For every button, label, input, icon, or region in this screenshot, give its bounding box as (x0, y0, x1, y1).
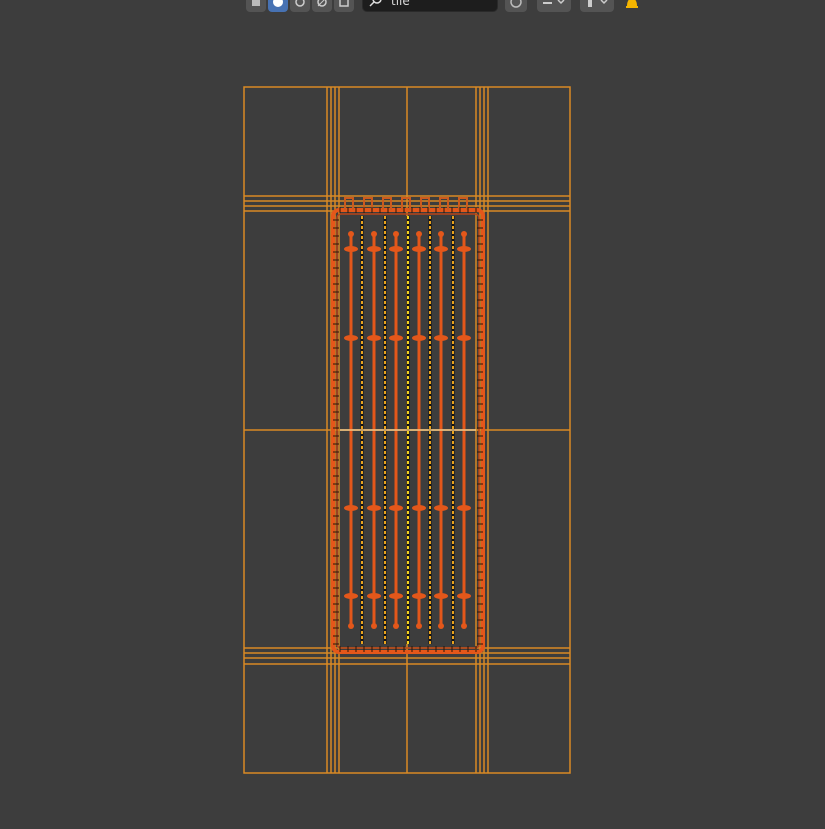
rod-joint (412, 505, 426, 511)
rod-joint (389, 246, 403, 252)
rod-cap (348, 231, 354, 237)
rod-joint (367, 335, 381, 341)
rod-joint (434, 246, 448, 252)
xray-icon[interactable] (334, 0, 354, 12)
rod-joint (389, 505, 403, 511)
render-icon[interactable] (290, 0, 310, 12)
rod-cap (371, 623, 377, 629)
rod-joint (412, 593, 426, 599)
rod-joint (457, 505, 471, 511)
selected-grille[interactable] (331, 197, 485, 654)
rod-joint (457, 246, 471, 252)
rod-cap (461, 231, 467, 237)
shading-sphere-icon[interactable] (505, 0, 527, 12)
box-select-icon[interactable] (246, 0, 266, 12)
gizmo-dropdown-icon[interactable] (537, 0, 571, 12)
rod-joint (412, 246, 426, 252)
rod-joint (457, 335, 471, 341)
notification-bell-icon[interactable] (621, 0, 643, 12)
rod-joint (457, 593, 471, 599)
rod-cap (393, 623, 399, 629)
rod-joint (344, 505, 358, 511)
rod-joint (367, 593, 381, 599)
rod-joint (434, 335, 448, 341)
rod-joint (434, 505, 448, 511)
rod-cap (393, 231, 399, 237)
shading-icon[interactable] (268, 0, 288, 12)
search-field[interactable]: tile (362, 0, 498, 12)
rod-joint (344, 593, 358, 599)
rod-joint (389, 593, 403, 599)
search-input[interactable]: tile (391, 0, 410, 8)
rod-cap (461, 623, 467, 629)
rod-cap (416, 231, 422, 237)
viewport-header: tile (0, 0, 825, 14)
search-icon (369, 0, 382, 7)
rod-cap (371, 231, 377, 237)
3d-viewport[interactable] (0, 0, 825, 825)
rod-cap (438, 231, 444, 237)
rod-cap (438, 623, 444, 629)
rod-joint (389, 335, 403, 341)
rod-joint (367, 246, 381, 252)
overlay-icon[interactable] (312, 0, 332, 12)
rod-joint (434, 593, 448, 599)
rod-joint (344, 335, 358, 341)
rod-joint (367, 505, 381, 511)
rod-joint (344, 246, 358, 252)
light-dropdown-icon[interactable] (580, 0, 614, 12)
rod-cap (348, 623, 354, 629)
rod-joint (412, 335, 426, 341)
wireframe-scene[interactable] (0, 0, 825, 825)
rod-cap (416, 623, 422, 629)
